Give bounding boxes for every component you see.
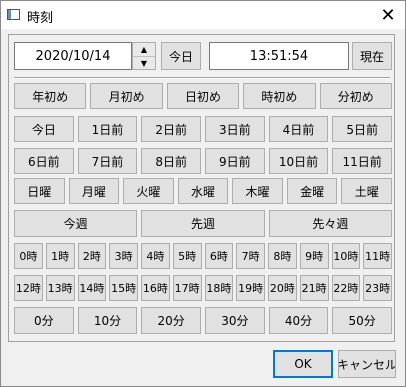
cancel-button[interactable]: キャンセル [338,350,396,378]
today-button[interactable]: 今日 [161,42,201,70]
days-ago-button[interactable]: 2日前 [141,116,201,142]
title-bar: 時刻 ✕ [1,1,405,29]
hour-button[interactable]: 22時 [331,275,361,301]
date-input[interactable]: 2020/10/14 [14,42,132,70]
close-icon[interactable]: ✕ [371,1,405,29]
weekday-button[interactable]: 木曜 [232,178,283,204]
days-ago-button[interactable]: 7日前 [77,148,138,174]
hour-button[interactable]: 11時 [363,243,392,269]
hour-button[interactable]: 9時 [299,243,329,269]
weekday-button[interactable]: 火曜 [123,178,174,204]
start-of-button[interactable]: 月初め [90,83,163,109]
days-ago-button[interactable]: 5日前 [332,116,392,142]
now-button[interactable]: 現在 [352,42,392,70]
days-ago-button[interactable]: 8日前 [141,148,201,174]
hour-button[interactable]: 7時 [236,243,265,269]
week-button[interactable]: 今週 [14,210,138,237]
hour-button[interactable]: 17時 [172,275,202,301]
date-spinner[interactable]: ▲ ▼ [132,42,156,70]
hour-button[interactable]: 15時 [109,275,138,301]
days-ago-button[interactable]: 11日前 [332,148,392,174]
weekday-button[interactable]: 金曜 [286,178,338,204]
app-icon [7,9,20,20]
hour-button[interactable]: 23時 [363,275,392,301]
spin-up-icon[interactable]: ▲ [133,43,155,57]
hour-button[interactable]: 6時 [204,243,234,269]
hour-button[interactable]: 8時 [268,243,297,269]
days-ago-button[interactable]: 3日前 [205,116,265,142]
weekday-button[interactable]: 日曜 [14,178,65,204]
minute-button[interactable]: 20分 [141,307,201,334]
minute-button[interactable]: 10分 [77,307,138,334]
hour-button[interactable]: 20時 [268,275,297,301]
ok-button[interactable]: OK [273,350,333,378]
start-of-button[interactable]: 分初め [319,83,392,109]
hour-button[interactable]: 3時 [109,243,138,269]
hour-button[interactable]: 1時 [45,243,75,269]
hour-button[interactable]: 14時 [77,275,107,301]
hour-button[interactable]: 18時 [204,275,234,301]
hour-button[interactable]: 10時 [331,243,361,269]
separator [14,77,390,79]
minute-button[interactable]: 50分 [332,307,392,334]
hour-button[interactable]: 4時 [141,243,170,269]
hour-button[interactable]: 16時 [141,275,170,301]
start-of-button[interactable]: 日初め [166,83,240,109]
spin-down-icon[interactable]: ▼ [133,57,155,70]
hour-button[interactable]: 13時 [45,275,75,301]
days-ago-button[interactable]: 1日前 [77,116,138,142]
week-button[interactable]: 先週 [141,210,265,237]
minute-button[interactable]: 30分 [205,307,265,334]
minute-button[interactable]: 40分 [268,307,329,334]
days-ago-button[interactable]: 4日前 [268,116,329,142]
hour-button[interactable]: 19時 [236,275,265,301]
start-of-button[interactable]: 年初め [14,83,87,109]
weekday-button[interactable]: 水曜 [177,178,229,204]
days-ago-button[interactable]: 6日前 [14,148,74,174]
week-button[interactable]: 先々週 [268,210,392,237]
days-ago-button[interactable]: 10日前 [268,148,329,174]
time-input[interactable]: 13:51:54 [209,42,349,70]
minute-button[interactable]: 0分 [14,307,74,334]
hour-button[interactable]: 21時 [299,275,329,301]
days-ago-button[interactable]: 今日 [14,116,74,142]
weekday-button[interactable]: 土曜 [341,178,392,204]
hour-button[interactable]: 0時 [14,243,43,269]
hour-button[interactable]: 12時 [14,275,43,301]
weekday-button[interactable]: 月曜 [68,178,120,204]
hour-button[interactable]: 2時 [77,243,107,269]
hour-button[interactable]: 5時 [172,243,202,269]
start-of-button[interactable]: 時初め [243,83,316,109]
days-ago-button[interactable]: 9日前 [205,148,265,174]
window-title: 時刻 [27,11,54,26]
